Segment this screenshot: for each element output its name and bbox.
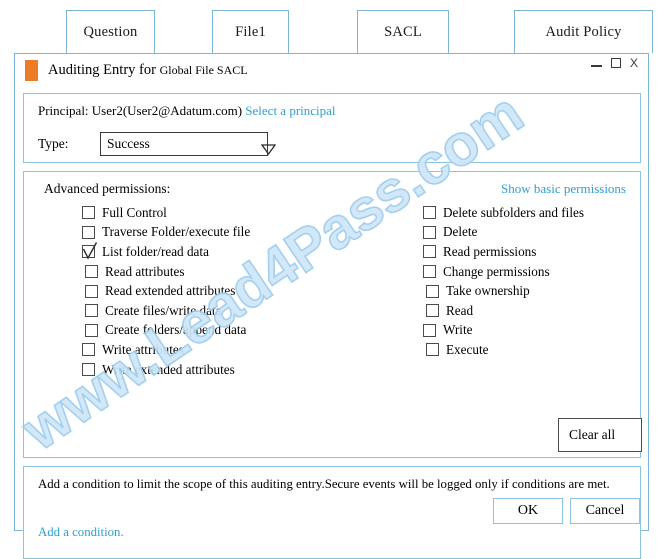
checkbox-unchecked-icon[interactable] <box>85 284 98 298</box>
principal-label: Principal: User2(User2@Adatum.com) <box>38 103 243 118</box>
permission-label: Write <box>443 322 473 338</box>
dialog-title-sub: Global File SACL <box>159 63 248 77</box>
permission-row[interactable]: Create files/write data <box>82 301 250 321</box>
dialog-title-main: Auditing Entry for <box>48 62 160 78</box>
advanced-permissions-heading: Advanced permissions: <box>44 181 171 196</box>
permission-row[interactable]: Take ownership <box>423 281 584 301</box>
permission-label: Create folders/append data <box>105 322 247 338</box>
clear-all-label: Clear all <box>569 427 616 442</box>
permission-label: Write attributes <box>102 341 184 357</box>
checkbox-unchecked-icon[interactable] <box>423 245 436 259</box>
permission-row[interactable]: List folder/read data <box>82 242 250 262</box>
checkbox-unchecked-icon[interactable] <box>85 323 98 337</box>
type-row: Type: Success <box>38 132 276 156</box>
tab-file1[interactable]: File1 <box>212 10 289 53</box>
tab-sacl[interactable]: SACL <box>357 10 449 57</box>
checkbox-unchecked-icon[interactable] <box>423 323 436 337</box>
permission-row[interactable]: Delete <box>423 223 584 243</box>
checkbox-unchecked-icon[interactable] <box>82 363 95 377</box>
permissions-column-right: Delete subfolders and files Delete Read pe… <box>423 203 584 360</box>
ok-label: OK <box>517 503 539 518</box>
permission-label: Read permissions <box>443 243 537 259</box>
clear-all-button[interactable]: Clear all <box>558 418 642 452</box>
tab-label: File1 <box>235 23 266 40</box>
add-a-condition-link[interactable]: Add a condition. <box>38 525 124 540</box>
tab-question[interactable]: Question <box>66 10 155 53</box>
checkbox-unchecked-icon[interactable] <box>426 304 439 318</box>
checkbox-checked-icon[interactable] <box>82 242 98 260</box>
permission-label: Change permissions <box>443 263 550 279</box>
permission-label: Read attributes <box>105 263 185 279</box>
permission-label: List folder/read data <box>102 243 209 259</box>
principal-panel: Principal: User2(User2@Adatum.com) Selec… <box>23 93 641 163</box>
checkbox-unchecked-icon[interactable] <box>85 265 98 279</box>
tab-audit-policy[interactable]: Audit Policy <box>514 10 653 53</box>
auditing-entry-dialog: Auditing Entry for Global File SACL X Pr… <box>14 53 649 559</box>
checkbox-unchecked-icon[interactable] <box>423 265 436 279</box>
maximize-icon[interactable] <box>610 58 621 68</box>
principal-row: Principal: User2(User2@Adatum.com) Selec… <box>38 103 336 119</box>
type-select[interactable]: Success <box>100 132 276 156</box>
cancel-label: Cancel <box>585 503 625 518</box>
permission-row[interactable]: Read permissions <box>423 242 584 262</box>
checkbox-unchecked-icon[interactable] <box>82 225 95 239</box>
checkbox-unchecked-icon[interactable] <box>82 343 95 357</box>
permission-row[interactable]: Read extended attributes <box>82 281 250 301</box>
permission-row[interactable]: Write attributes <box>82 340 250 360</box>
checkbox-unchecked-icon[interactable] <box>423 206 436 220</box>
select-a-principal-link[interactable]: Select a principal <box>245 103 335 118</box>
permission-row[interactable]: Execute <box>423 340 584 360</box>
permission-label: Read extended attributes <box>105 283 236 299</box>
permission-row[interactable]: Delete subfolders and files <box>423 203 584 223</box>
type-label: Type: <box>38 136 69 151</box>
checkbox-unchecked-icon[interactable] <box>423 225 436 239</box>
advanced-permissions-panel: Advanced permissions: Show basic permiss… <box>23 171 642 458</box>
checkbox-unchecked-icon[interactable] <box>82 206 95 220</box>
permission-row[interactable]: Write extended attributes <box>82 360 250 380</box>
dialog-title: Auditing Entry for Global File SACL <box>48 62 248 79</box>
cancel-button[interactable]: Cancel <box>570 498 640 524</box>
condition-description: Add a condition to limit the scope of th… <box>38 477 610 491</box>
permission-row[interactable]: Change permissions <box>423 262 584 282</box>
permission-row[interactable]: Full Control <box>82 203 250 223</box>
tab-label: SACL <box>384 23 422 40</box>
permission-label: Full Control <box>102 204 167 220</box>
minimize-icon[interactable] <box>590 65 602 67</box>
permissions-column-left: Full Control Traverse Folder/execute file… <box>82 203 250 379</box>
permission-label: Read <box>446 302 474 318</box>
permission-label: Traverse Folder/execute file <box>102 224 251 240</box>
app-marker-icon <box>25 60 38 81</box>
ok-button[interactable]: OK <box>493 498 563 524</box>
permission-row[interactable]: Create folders/append data <box>82 321 250 341</box>
permission-label: Write extended attributes <box>102 361 235 377</box>
dialog-title-bar: Auditing Entry for Global File SACL X <box>15 54 648 87</box>
window-controls: X <box>590 57 638 69</box>
permission-row[interactable]: Read attributes <box>82 262 250 282</box>
permission-row[interactable]: Read <box>423 301 584 321</box>
permission-row[interactable]: Write <box>423 321 584 341</box>
tab-strip: Question File1 SACL Audit Policy <box>0 0 657 57</box>
permission-label: Take ownership <box>446 283 530 299</box>
permission-label: Create files/write data <box>105 302 222 318</box>
permission-label: Delete subfolders and files <box>443 204 584 220</box>
tab-label: Audit Policy <box>545 23 622 40</box>
permission-label: Execute <box>446 341 489 357</box>
checkbox-unchecked-icon[interactable] <box>426 284 439 298</box>
checkbox-unchecked-icon[interactable] <box>426 343 439 357</box>
permission-label: Delete <box>443 224 478 240</box>
permission-row[interactable]: Traverse Folder/execute file <box>82 223 250 243</box>
tab-label: Question <box>83 23 138 40</box>
checkbox-unchecked-icon[interactable] <box>85 304 98 318</box>
show-basic-permissions-link[interactable]: Show basic permissions <box>501 181 626 197</box>
close-icon[interactable]: X <box>630 57 638 69</box>
type-select-value: Success <box>107 136 150 151</box>
footer-buttons: OK Cancel <box>493 498 640 524</box>
